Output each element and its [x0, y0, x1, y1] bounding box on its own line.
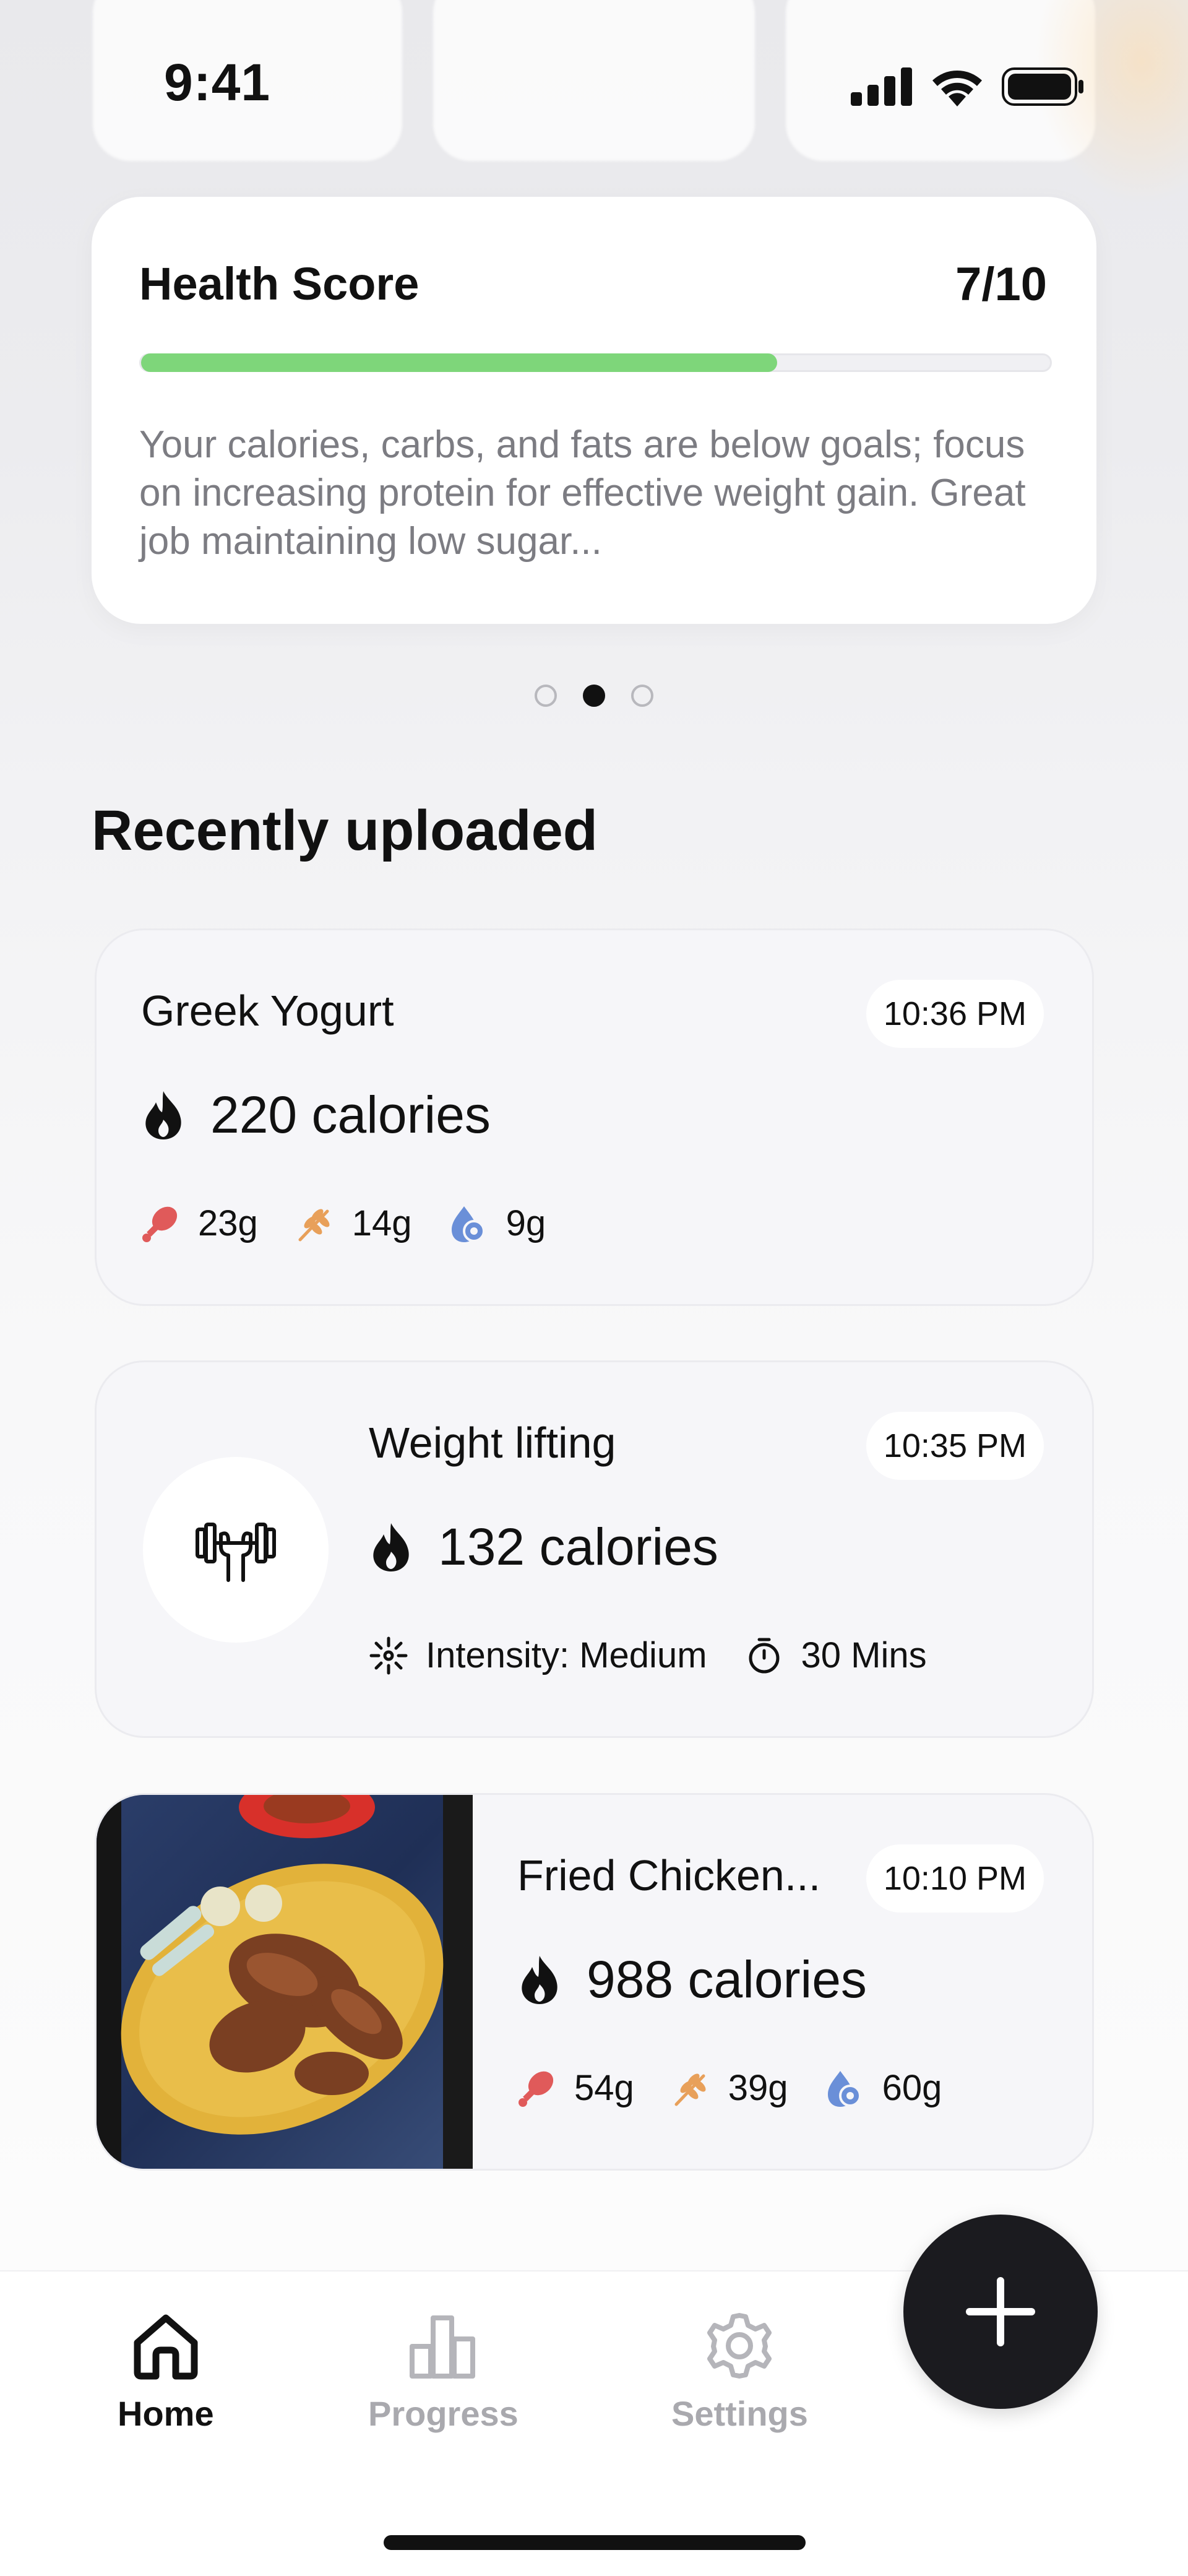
- protein-macro: 23g: [141, 1203, 258, 1244]
- health-score-progress-fill: [141, 353, 778, 372]
- page-indicator[interactable]: [535, 685, 653, 707]
- plus-icon: [966, 2277, 1035, 2346]
- protein-value: 54g: [574, 2068, 634, 2108]
- page-dot-active[interactable]: [583, 685, 605, 707]
- protein-value: 23g: [198, 1203, 258, 1243]
- section-title: Recently uploaded: [92, 799, 598, 862]
- flame-icon: [145, 1091, 181, 1139]
- duration-value: 30 Mins: [801, 1635, 927, 1675]
- exercise-icon-badge: [143, 1457, 329, 1643]
- flame-icon: [522, 1955, 557, 2004]
- protein-macro: 54g: [517, 2067, 634, 2109]
- food-entry-card[interactable]: Greek Yogurt 10:36 PM 220 calories 23g 1…: [95, 928, 1094, 1306]
- duration-detail: 30 Mins: [744, 1635, 927, 1676]
- entry-calories: 988 calories: [587, 1950, 867, 2008]
- calories-row: 220 calories: [141, 1085, 491, 1145]
- tab-settings[interactable]: Settings: [671, 2312, 808, 2434]
- battery-icon: [1002, 67, 1083, 106]
- tab-home[interactable]: Home: [118, 2312, 214, 2434]
- fat-drop-icon: [827, 2070, 861, 2107]
- food-entry-card[interactable]: Fried Chicken... 10:10 PM 988 calories 5…: [95, 1793, 1094, 2171]
- macros-row: 54g 39g 60g: [517, 2067, 979, 2109]
- flame-icon: [373, 1523, 409, 1571]
- intensity-detail: Intensity: Medium: [369, 1635, 707, 1676]
- drumstick-icon: [142, 1206, 178, 1242]
- cellular-signal-icon: [851, 67, 912, 106]
- status-time: 9:41: [164, 53, 271, 111]
- fat-macro: 9g: [449, 1203, 546, 1244]
- tab-progress-label: Progress: [368, 2394, 519, 2433]
- tab-progress[interactable]: Progress: [368, 2312, 519, 2434]
- status-bar: 9:41: [0, 0, 1188, 173]
- page-dot[interactable]: [535, 685, 557, 707]
- bar-chart-icon: [410, 2315, 476, 2379]
- tab-home-label: Home: [118, 2394, 214, 2433]
- wifi-icon: [932, 71, 982, 106]
- entry-name: Weight lifting: [369, 1419, 616, 1467]
- exercise-details-row: Intensity: Medium 30 Mins: [369, 1635, 964, 1676]
- page-dot[interactable]: [631, 685, 653, 707]
- health-score-value: 7/10: [955, 258, 1047, 311]
- add-entry-button[interactable]: [903, 2215, 1098, 2409]
- entry-calories: 132 calories: [438, 1518, 718, 1576]
- health-score-progress-bar: [139, 353, 1052, 372]
- health-score-title: Health Score: [139, 258, 420, 309]
- weightlifting-icon: [196, 1523, 276, 1582]
- fat-drop-icon: [451, 1206, 485, 1242]
- carbs-macro: 39g: [671, 2067, 788, 2109]
- food-photo-illustration: [97, 1795, 473, 2169]
- entry-time: 10:36 PM: [866, 980, 1044, 1048]
- home-icon: [134, 2314, 198, 2380]
- status-icons: [851, 67, 1085, 106]
- wheat-icon: [298, 1209, 330, 1241]
- carbs-value: 14g: [351, 1203, 412, 1243]
- exercise-entry-card[interactable]: Weight lifting 10:35 PM 132 calories Int…: [95, 1360, 1094, 1738]
- health-score-card[interactable]: Health Score 7/10 Your calories, carbs, …: [92, 197, 1096, 624]
- home-indicator[interactable]: [384, 2535, 806, 2550]
- tab-settings-label: Settings: [671, 2394, 808, 2433]
- fat-macro: 60g: [825, 2067, 942, 2109]
- entry-name: Greek Yogurt: [141, 987, 394, 1035]
- health-score-description: Your calories, carbs, and fats are below…: [139, 423, 1026, 563]
- entry-name: Fried Chicken...: [517, 1851, 821, 1900]
- calories-row: 132 calories: [369, 1517, 718, 1577]
- calories-row: 988 calories: [517, 1950, 867, 2010]
- macros-row: 23g 14g 9g: [141, 1203, 583, 1244]
- carbs-value: 39g: [728, 2068, 788, 2108]
- gear-icon: [707, 2313, 772, 2379]
- stopwatch-icon: [749, 1638, 780, 1673]
- fat-value: 60g: [882, 2068, 942, 2108]
- entry-time: 10:35 PM: [866, 1412, 1044, 1480]
- carbs-macro: 14g: [295, 1203, 412, 1244]
- intensity-value: Intensity: Medium: [426, 1635, 707, 1675]
- entry-time: 10:10 PM: [866, 1844, 1044, 1913]
- entry-calories: 220 calories: [210, 1086, 491, 1144]
- wheat-icon: [674, 2073, 706, 2106]
- drumstick-icon: [519, 2071, 554, 2107]
- fat-value: 9g: [506, 1203, 546, 1243]
- food-photo: [97, 1795, 473, 2169]
- intensity-icon: [369, 1636, 408, 1674]
